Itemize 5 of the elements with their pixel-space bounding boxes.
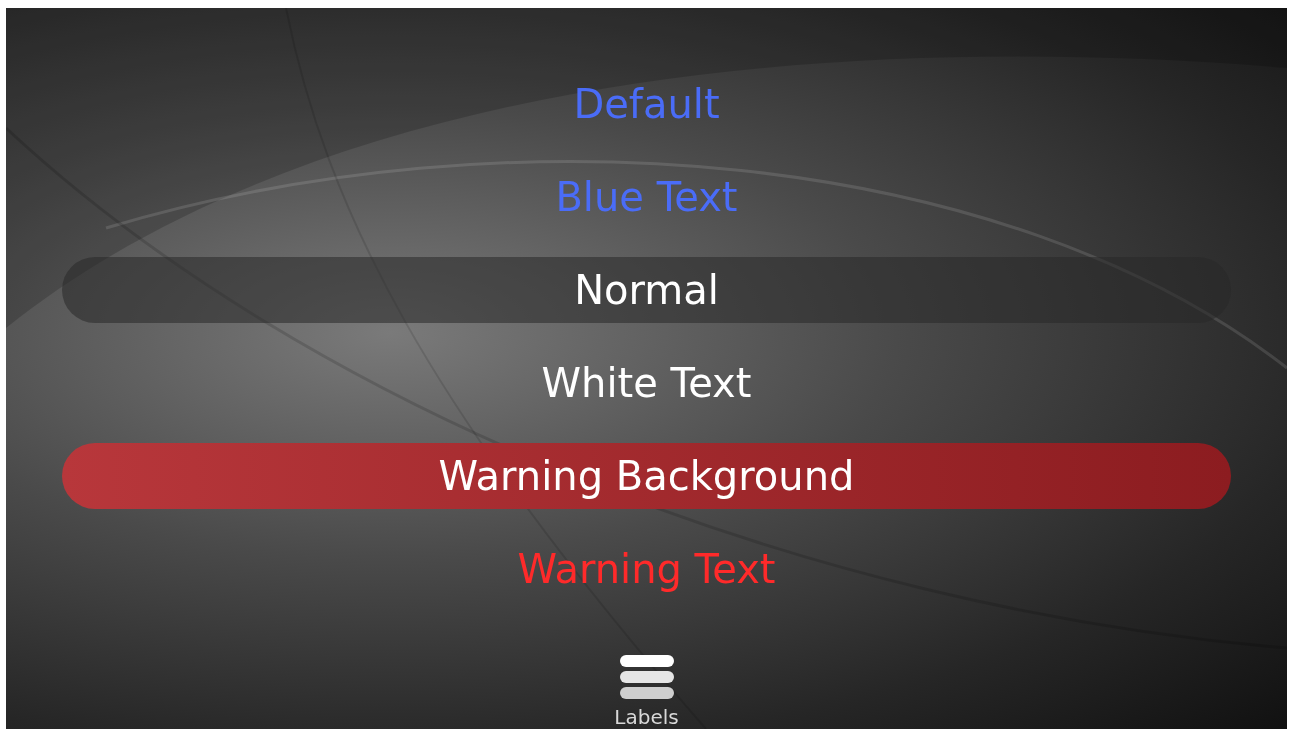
label-text: White Text [541,362,752,403]
tab-bar-item[interactable]: Labels [614,653,679,729]
label-text: Normal [574,269,719,310]
label-text: Blue Text [555,176,738,217]
label-text: Default [573,83,720,124]
